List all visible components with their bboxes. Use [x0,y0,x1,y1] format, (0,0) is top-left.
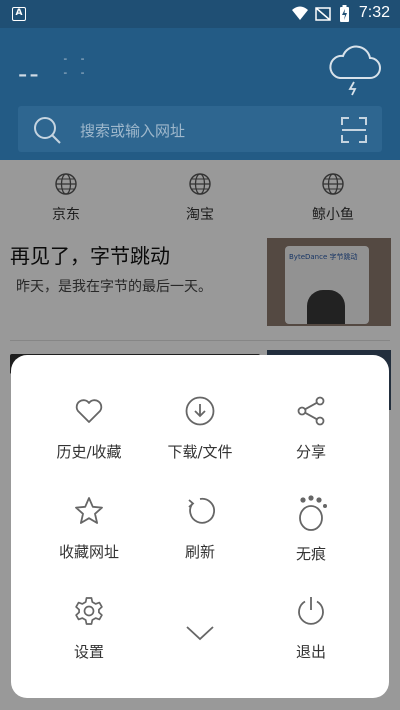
power-icon [298,597,324,625]
download-icon [185,396,215,426]
menu-label: 历史/收藏 [56,443,122,461]
header: -- - - - - 搜索或输入网址 [0,28,400,160]
menu-label: 刷新 [184,543,215,561]
menu-history-favorites[interactable]: 历史/收藏 [34,395,144,485]
menu-label: 下载/文件 [167,443,233,461]
refresh-icon [188,497,215,524]
gear-icon [75,597,103,625]
search-input[interactable]: 搜索或输入网址 [80,120,185,141]
menu-sheet: 历史/收藏 下载/文件 分享 收藏网址 刷新 无痕 设置 退出 [11,355,389,698]
menu-label: 设置 [73,643,104,661]
app-notification-icon: A [12,7,26,21]
menu-label: 分享 [295,443,326,461]
temperature-high: - - [62,52,88,65]
menu-downloads[interactable]: 下载/文件 [145,395,255,485]
clock: 7:32 [358,4,390,21]
search-icon [34,117,61,144]
menu-label: 退出 [295,643,326,661]
battery-charging-icon [340,5,349,22]
temperature: -- [18,58,41,89]
menu-refresh[interactable]: 刷新 [145,495,255,585]
thunder-cloud-icon[interactable] [326,42,382,96]
menu-bookmark-url[interactable]: 收藏网址 [34,495,144,585]
temperature-range: - - - - [62,52,88,80]
search-bar[interactable]: 搜索或输入网址 [18,106,382,152]
menu-incognito[interactable]: 无痕 [256,495,366,585]
share-icon [297,396,325,426]
menu-share[interactable]: 分享 [256,395,366,485]
paw-icon [299,495,327,531]
menu-label: 收藏网址 [58,543,119,561]
menu-exit[interactable]: 退出 [256,595,366,685]
menu-label: 无痕 [295,545,326,563]
menu-collapse[interactable] [145,595,255,685]
star-icon [75,497,103,524]
menu-settings[interactable]: 设置 [34,595,144,685]
scan-icon[interactable] [340,116,368,144]
chevron-down-icon [186,626,214,641]
status-bar: A 7:32 [0,0,400,28]
temperature-low: - - [62,66,88,79]
wifi-icon [292,6,308,20]
heart-icon [75,399,103,423]
no-signal-icon [315,7,331,21]
